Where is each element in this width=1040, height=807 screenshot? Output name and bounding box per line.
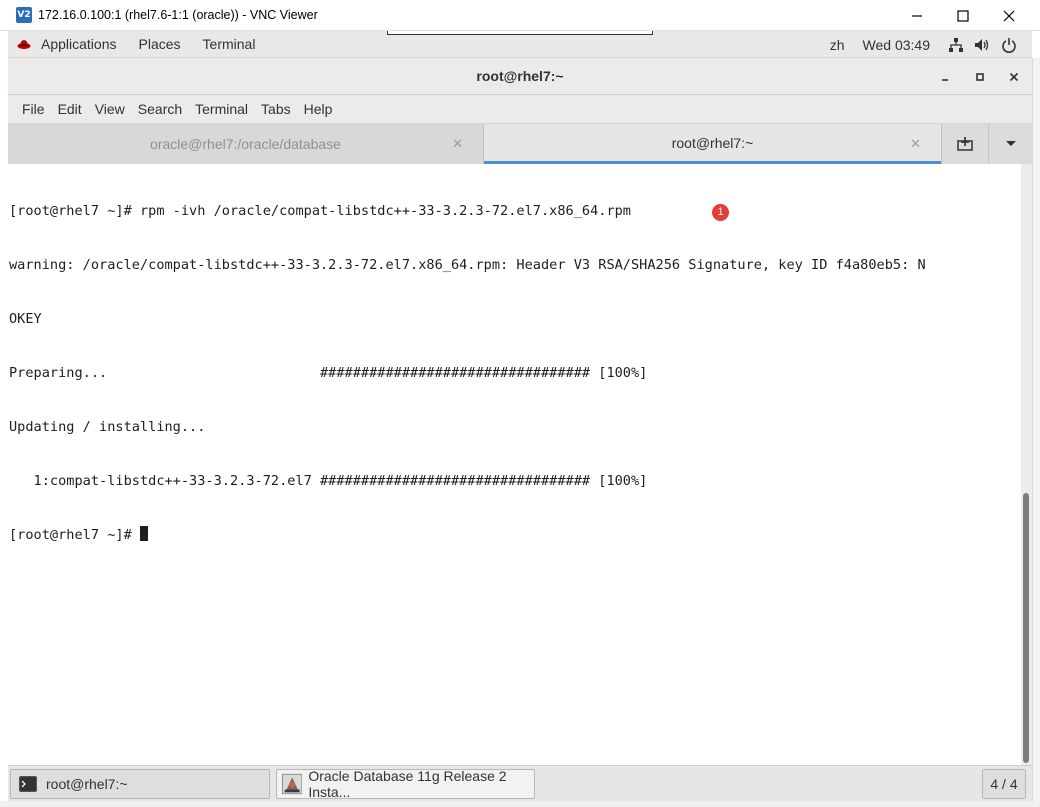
tab-label: oracle@rhel7:/oracle/database <box>150 136 341 152</box>
terminal-minimize-button[interactable] <box>934 66 956 88</box>
terminal-maximize-button[interactable] <box>969 66 991 88</box>
terminal-line: OKEY <box>9 311 42 327</box>
annotation-badge: 1 <box>712 204 729 221</box>
terminal-line: warning: /oracle/compat-libstdc++-33-3.2… <box>9 257 926 273</box>
tab-oracle-database[interactable]: oracle@rhel7:/oracle/database ✕ <box>8 124 484 164</box>
taskbar-item-label: Oracle Database 11g Release 2 Insta... <box>308 768 507 800</box>
chevron-down-icon <box>1005 141 1016 146</box>
bottom-edge <box>0 801 1040 807</box>
terminal-app-menu[interactable]: Terminal <box>203 31 256 58</box>
terminal-line: Updating / installing... <box>9 419 206 435</box>
terminal-prompt-line: [root@rhel7 ~]# <box>9 526 1021 544</box>
minimize-icon <box>912 14 922 17</box>
network-icon[interactable] <box>948 37 964 53</box>
system-tray: zh Wed 03:49 <box>830 31 1032 58</box>
minimize-button[interactable] <box>894 0 940 31</box>
menu-tabs[interactable]: Tabs <box>255 101 298 117</box>
terminal-output[interactable]: [root@rhel7 ~]# rpm -ivh /oracle/compat-… <box>8 164 1021 765</box>
taskbar-item-oracle-installer[interactable]: Oracle Database 11g Release 2 Insta... <box>276 768 535 800</box>
workspace-indicator[interactable]: 4 / 4 <box>982 769 1026 799</box>
tab-list-dropdown[interactable] <box>988 124 1032 164</box>
minimize-icon <box>942 79 948 81</box>
menu-view[interactable]: View <box>89 101 132 117</box>
terminal-app-label: Terminal <box>202 36 256 52</box>
desktop-edge <box>1032 58 1040 807</box>
hint-box <box>387 31 653 35</box>
terminal-menubar: File Edit View Search Terminal Tabs Help <box>8 95 1032 124</box>
maximize-button[interactable] <box>940 0 986 31</box>
terminal-line: [root@rhel7 ~]# rpm -ivh /oracle/compat-… <box>9 202 1021 221</box>
terminal-icon <box>19 776 37 792</box>
close-icon <box>1003 10 1015 21</box>
terminal-title: root@rhel7:~ <box>476 68 564 84</box>
scrollbar-thumb[interactable] <box>1023 493 1029 763</box>
tab-close-icon[interactable]: ✕ <box>910 136 921 152</box>
power-icon[interactable] <box>1001 37 1017 53</box>
terminal-line: 1:compat-libstdc++-33-3.2.3-72.el7 #####… <box>9 473 648 489</box>
maximize-icon <box>957 9 969 22</box>
taskbar-item-label: root@rhel7:~ <box>46 776 128 792</box>
places-label: Places <box>138 36 181 52</box>
applications-menu[interactable]: Applications <box>8 31 117 58</box>
menu-help[interactable]: Help <box>298 101 340 117</box>
tab-label: root@rhel7:~ <box>671 134 754 151</box>
terminal-scrollbar[interactable] <box>1021 164 1032 765</box>
maximize-icon <box>976 73 984 81</box>
vnc-logo-icon: V2 <box>16 7 32 23</box>
vnc-titlebar: V2 172.16.0.100:1 (rhel7.6-1:1 (oracle))… <box>0 0 1040 31</box>
menu-file[interactable]: File <box>16 101 52 117</box>
taskbar-item-terminal[interactable]: root@rhel7:~ <box>10 769 270 799</box>
volume-icon[interactable] <box>974 37 990 53</box>
input-method-indicator[interactable]: zh <box>830 37 845 53</box>
redhat-icon <box>17 40 31 49</box>
terminal-tabbar: oracle@rhel7:/oracle/database ✕ root@rhe… <box>8 124 1032 164</box>
applications-label: Applications <box>41 36 117 52</box>
new-tab-button[interactable] <box>941 124 988 164</box>
java-installer-icon <box>282 773 303 795</box>
window-list-taskbar: root@rhel7:~ Oracle Database 11g Release… <box>8 765 1032 801</box>
terminal-close-button[interactable] <box>1003 66 1025 88</box>
terminal-line: Preparing... ###########################… <box>9 365 648 381</box>
tab-root[interactable]: root@rhel7:~ ✕ <box>484 124 941 164</box>
terminal-headerbar: root@rhel7:~ <box>8 58 1032 95</box>
tab-close-icon[interactable]: ✕ <box>452 136 463 152</box>
gnome-top-bar: Applications Places Terminal zh Wed 03:4… <box>8 31 1032 58</box>
clock[interactable]: Wed 03:49 <box>863 37 930 53</box>
menu-terminal[interactable]: Terminal <box>189 101 255 117</box>
menu-edit[interactable]: Edit <box>52 101 89 117</box>
new-tab-icon <box>957 137 973 151</box>
places-menu[interactable]: Places <box>139 31 181 58</box>
vnc-window-title: 172.16.0.100:1 (rhel7.6-1:1 (oracle)) - … <box>38 8 318 22</box>
menu-search[interactable]: Search <box>132 101 189 117</box>
close-icon <box>1009 72 1019 82</box>
close-button[interactable] <box>986 0 1032 31</box>
text-cursor <box>139 526 148 541</box>
